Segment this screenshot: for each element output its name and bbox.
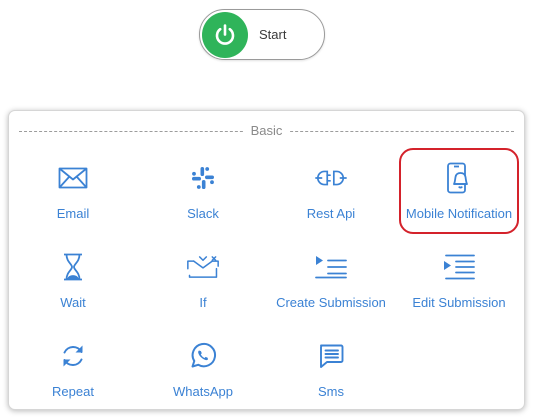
- repeat-icon: [57, 340, 89, 372]
- envelope-icon: [57, 162, 89, 194]
- palette-item-label: If: [199, 295, 207, 310]
- slack-icon: [187, 162, 219, 194]
- list-edit-icon: [443, 251, 475, 283]
- power-icon: [202, 12, 248, 58]
- palette-item-label: Rest Api: [306, 206, 356, 221]
- palette-item-slack[interactable]: Slack: [139, 162, 267, 242]
- workflow-editor: Start Basic Email Slack Rest Api Mobile …: [0, 0, 533, 417]
- whatsapp-icon: [187, 340, 219, 372]
- node-palette: Basic Email Slack Rest Api Mobile Notifi…: [8, 110, 525, 410]
- palette-item-label: Sms: [318, 384, 344, 399]
- palette-item-label: WhatsApp: [173, 384, 233, 399]
- palette-item-email[interactable]: Email: [9, 162, 137, 242]
- hourglass-icon: [57, 251, 89, 283]
- palette-item-repeat[interactable]: Repeat: [9, 340, 137, 417]
- start-button[interactable]: Start: [199, 9, 325, 60]
- branch-icon: [187, 251, 219, 283]
- palette-item-wait[interactable]: Wait: [9, 251, 137, 331]
- palette-item-create-submission[interactable]: Create Submission: [267, 251, 395, 331]
- palette-grid: Email Slack Rest Api Mobile Notification…: [9, 111, 524, 409]
- palette-item-label: Mobile Notification: [405, 206, 513, 221]
- plug-icon: [315, 162, 347, 194]
- palette-item-label: Slack: [187, 206, 219, 221]
- palette-item-label: Create Submission: [276, 295, 386, 310]
- palette-item-rest-api[interactable]: Rest Api: [267, 162, 395, 242]
- palette-item-mobile-notification[interactable]: Mobile Notification: [395, 162, 523, 242]
- palette-item-edit-submission[interactable]: Edit Submission: [395, 251, 523, 331]
- palette-item-label: Repeat: [52, 384, 94, 399]
- palette-item-whatsapp[interactable]: WhatsApp: [139, 340, 267, 417]
- palette-item-label: Email: [56, 206, 90, 221]
- list-add-icon: [315, 251, 347, 283]
- mobile-bell-icon: [443, 162, 475, 194]
- palette-item-sms[interactable]: Sms: [267, 340, 395, 417]
- start-label: Start: [259, 27, 287, 42]
- palette-item-if[interactable]: If: [139, 251, 267, 331]
- palette-item-label: Wait: [60, 295, 86, 310]
- message-icon: [315, 340, 347, 372]
- palette-item-label: Edit Submission: [412, 295, 506, 310]
